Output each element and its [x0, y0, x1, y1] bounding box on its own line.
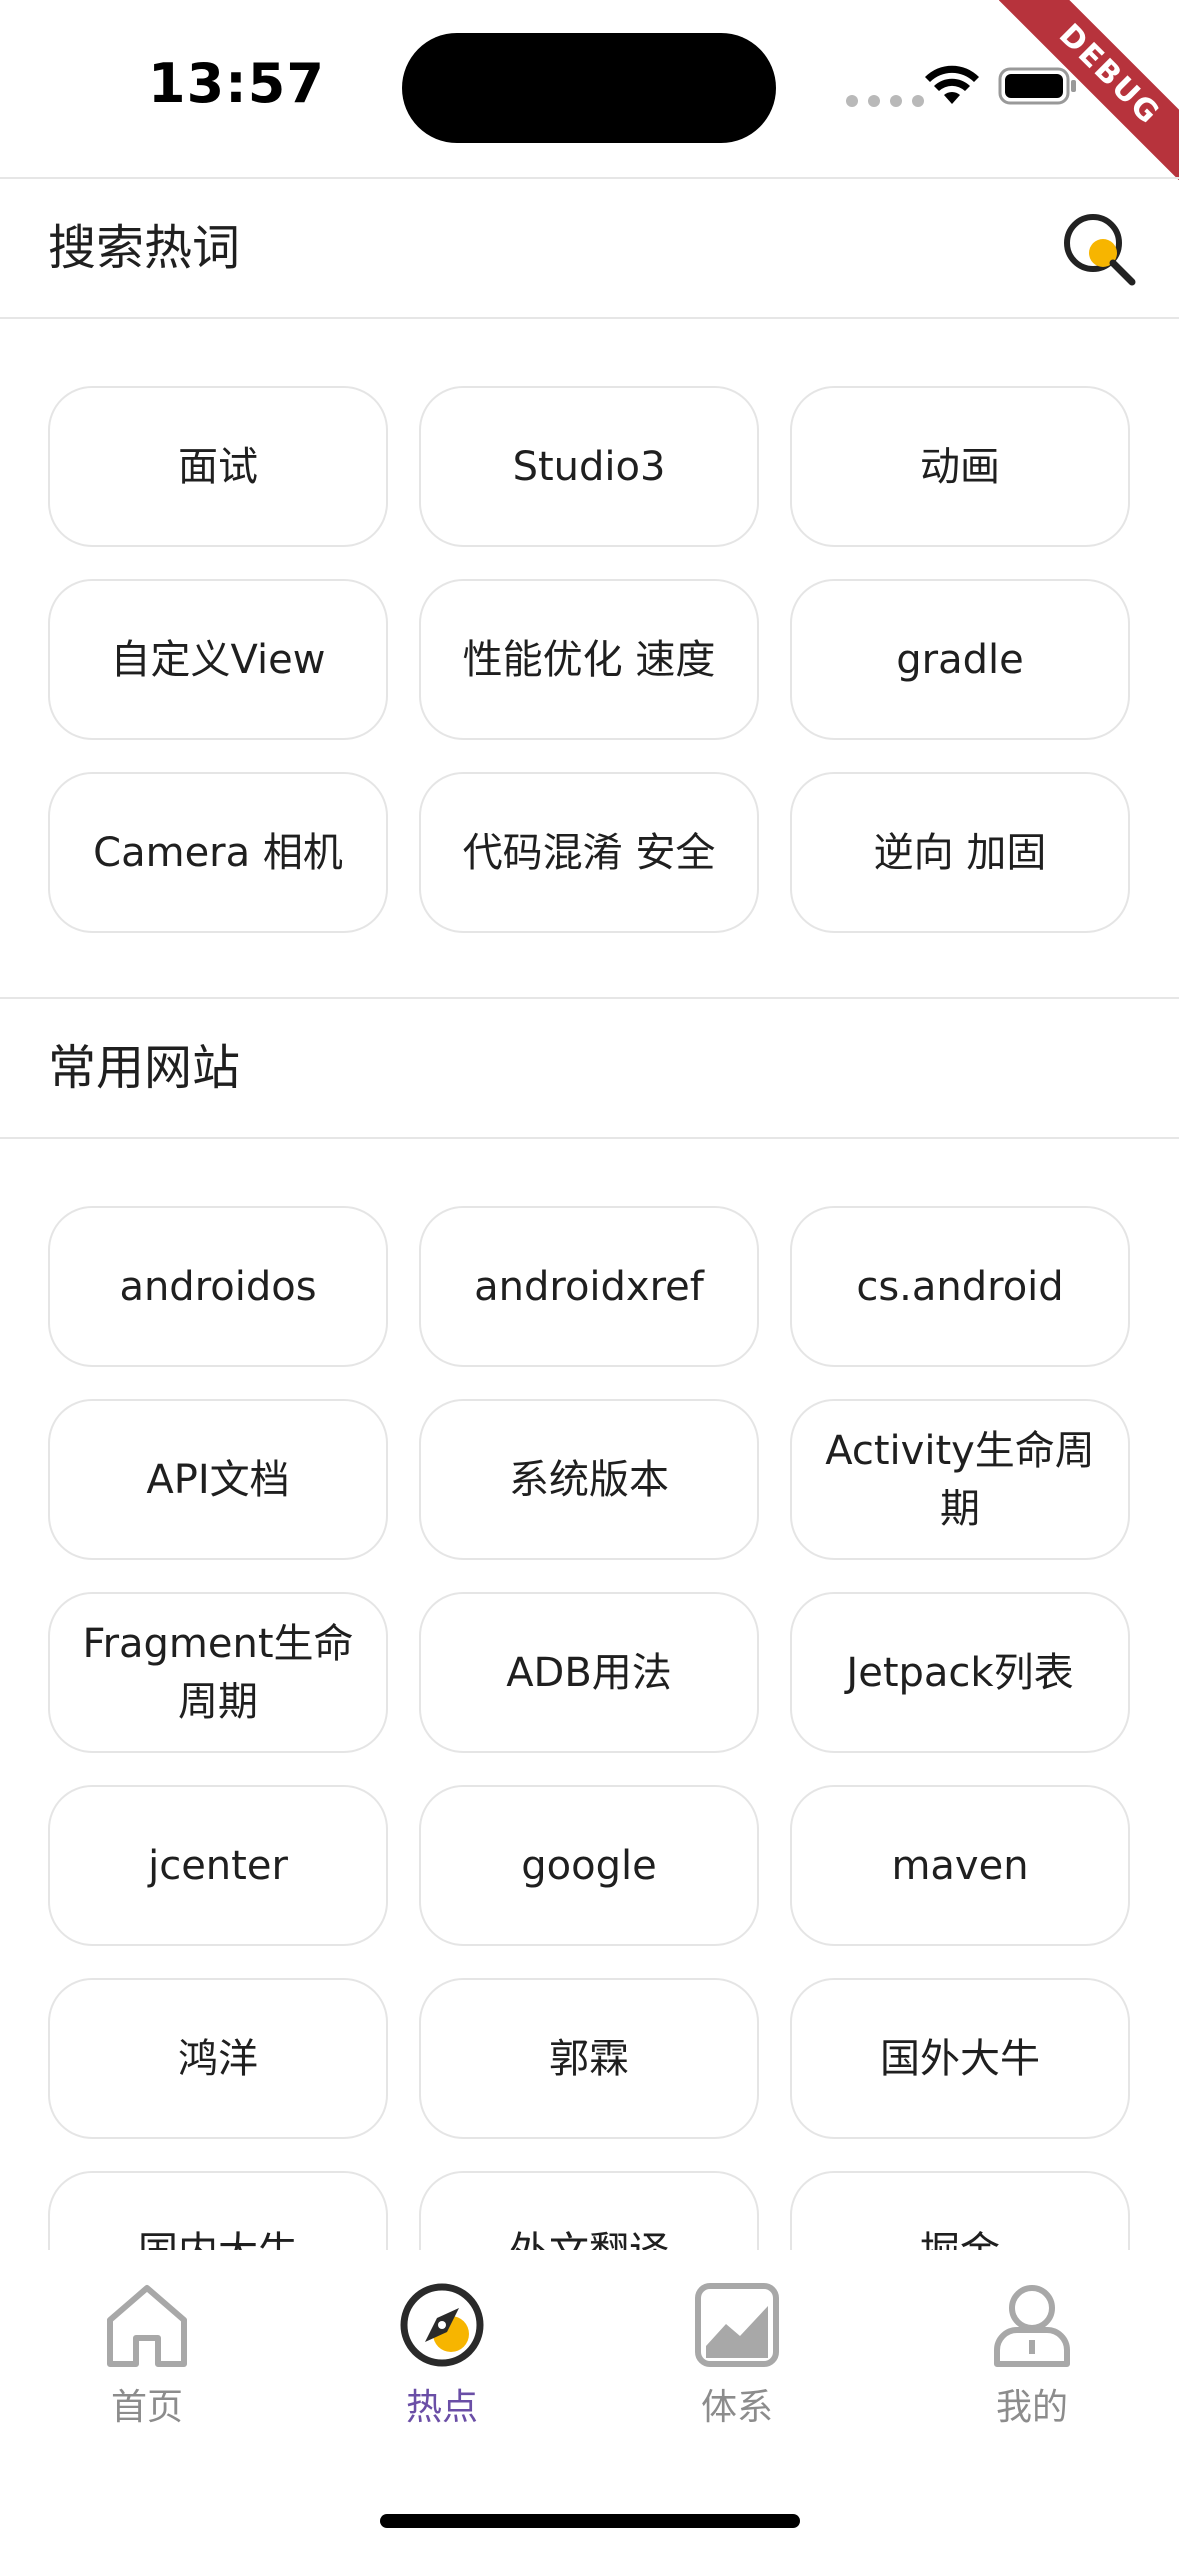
debug-banner: DEBUG — [999, 0, 1179, 180]
chip[interactable]: cs.android — [790, 1206, 1130, 1367]
cellular-signal-icon — [846, 95, 924, 107]
chip[interactable]: 郭霖 — [419, 1978, 759, 2139]
chip[interactable]: gradle — [790, 579, 1130, 740]
nav-item-mine[interactable]: 我的 — [932, 2280, 1132, 2440]
hot-words-header: 搜索热词 — [0, 177, 1179, 319]
chip[interactable]: 国外大牛 — [790, 1978, 1130, 2139]
chip[interactable]: androidxref — [419, 1206, 759, 1367]
websites-header: 常用网站 — [0, 997, 1179, 1139]
chip[interactable]: ADB用法 — [419, 1592, 759, 1753]
debug-label: DEBUG — [999, 0, 1179, 180]
chip[interactable]: 性能优化 速度 — [419, 579, 759, 740]
nav-label-system: 体系 — [700, 2387, 773, 2428]
nav-label-hot: 热点 — [405, 2387, 478, 2428]
chip[interactable]: 面试 — [48, 386, 388, 547]
chip[interactable]: 动画 — [790, 386, 1130, 547]
chip[interactable]: API文档 — [48, 1399, 388, 1560]
chip[interactable]: Camera 相机 — [48, 772, 388, 933]
hot-words-title: 搜索热词 — [48, 220, 241, 276]
hot-words-grid: 面试 Studio3 动画自定义View 性能优化 速度 gradle Camera 相机… — [48, 386, 1130, 933]
chip[interactable]: google — [419, 1785, 759, 1946]
bottom-nav: 首页 热点 体系 我的 — [0, 2250, 1179, 2556]
nav-label-mine: 我的 — [995, 2387, 1068, 2428]
user-icon — [994, 2285, 1070, 2367]
status-bar: 13:57 DEBUG — [0, 0, 1179, 180]
chip[interactable]: 自定义View — [48, 579, 388, 740]
nav-item-system[interactable]: 体系 — [637, 2280, 837, 2440]
chip[interactable]: maven — [790, 1785, 1130, 1946]
chip[interactable]: 代码混淆 安全 — [419, 772, 759, 933]
nav-item-home[interactable]: 首页 — [47, 2280, 247, 2440]
nav-label-home: 首页 — [110, 2387, 183, 2428]
chip[interactable]: 逆向 加固 — [790, 772, 1130, 933]
compass-icon — [400, 2283, 484, 2367]
home-icon — [107, 2285, 187, 2367]
chip[interactable]: Activity生命周期 — [790, 1399, 1130, 1560]
status-time: 13:57 — [148, 52, 325, 115]
dynamic-island — [402, 33, 776, 143]
wifi-icon — [925, 65, 979, 104]
chip[interactable]: Fragment生命周期 — [48, 1592, 388, 1753]
websites-title: 常用网站 — [48, 1040, 241, 1096]
nav-item-hot[interactable]: 热点 — [342, 2280, 542, 2440]
websites-grid: androidos androidxref cs.android API文档 系统版本 A… — [48, 1206, 1130, 2332]
chip[interactable]: Jetpack列表 — [790, 1592, 1130, 1753]
home-indicator[interactable] — [380, 2514, 800, 2528]
chip[interactable]: jcenter — [48, 1785, 388, 1946]
chip[interactable]: Studio3 — [419, 386, 759, 547]
chip[interactable]: 系统版本 — [419, 1399, 759, 1560]
chip[interactable]: 鸿洋 — [48, 1978, 388, 2139]
chart-icon — [695, 2283, 779, 2367]
search-icon[interactable] — [1061, 211, 1137, 287]
chip[interactable]: androidos — [48, 1206, 388, 1367]
